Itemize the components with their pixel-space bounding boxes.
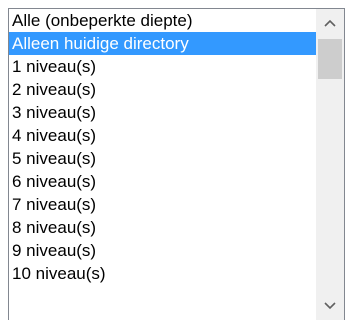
scroll-down-button[interactable]: [316, 292, 344, 320]
list-item[interactable]: 9 niveau(s): [9, 239, 317, 262]
list-item[interactable]: 7 niveau(s): [9, 193, 317, 216]
list-item[interactable]: 8 niveau(s): [9, 216, 317, 239]
chevron-down-icon: [324, 302, 336, 310]
list-item[interactable]: 6 niveau(s): [9, 170, 317, 193]
list-item[interactable]: 2 niveau(s): [9, 78, 317, 101]
chevron-up-icon: [324, 19, 336, 27]
depth-listbox[interactable]: Alle (onbeperkte diepte) Alleen huidige …: [8, 8, 345, 320]
list-item[interactable]: 3 niveau(s): [9, 101, 317, 124]
list-item[interactable]: 1 niveau(s): [9, 55, 317, 78]
list-item[interactable]: 10 niveau(s): [9, 262, 317, 285]
depth-options-list: Alle (onbeperkte diepte) Alleen huidige …: [9, 9, 317, 285]
scroll-up-button[interactable]: [316, 9, 344, 37]
scroll-thumb[interactable]: [318, 39, 342, 79]
vertical-scrollbar[interactable]: [316, 9, 344, 320]
list-item[interactable]: 4 niveau(s): [9, 124, 317, 147]
list-item-selected[interactable]: Alleen huidige directory: [9, 32, 317, 55]
list-item[interactable]: 5 niveau(s): [9, 147, 317, 170]
list-item[interactable]: Alle (onbeperkte diepte): [9, 9, 317, 32]
